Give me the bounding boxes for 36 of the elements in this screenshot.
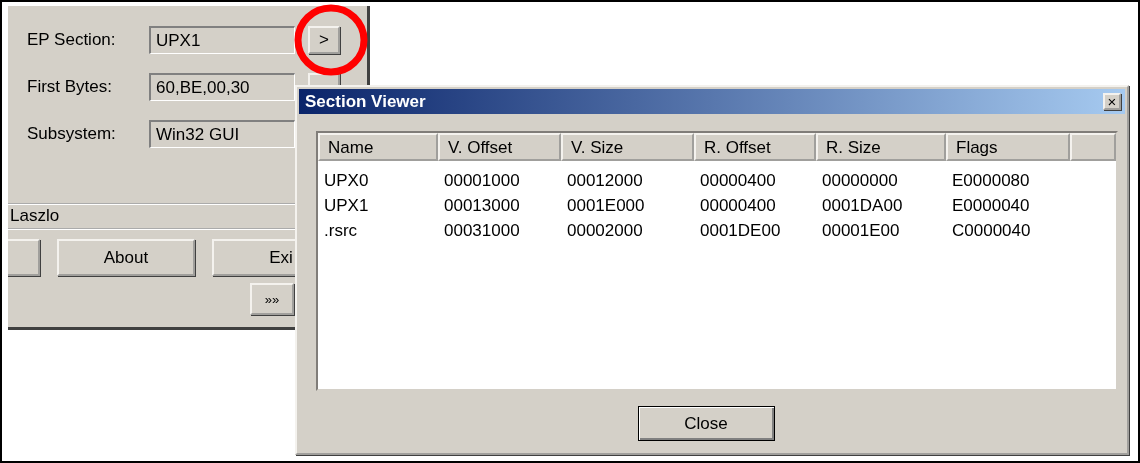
table-cell-text: C0000040 [951, 220, 1032, 241]
text-field[interactable]: UPX1 [149, 26, 295, 54]
field-label: EP Section: [27, 30, 117, 50]
table-cell-text: 0001E000 [566, 195, 646, 216]
close-button[interactable]: × [1103, 93, 1121, 110]
table-cell-text: 00002000 [566, 220, 644, 241]
table-cell-text: 00031000 [443, 220, 521, 241]
status-text: Laszlo [10, 206, 60, 226]
window-title: Section Viewer [305, 91, 426, 112]
table-cell-text: 0001DA00 [821, 195, 904, 216]
table-cell-text: 00000400 [699, 195, 777, 216]
table-cell-text: 00001E00 [821, 220, 901, 241]
column-header[interactable]: R. Size [816, 133, 946, 161]
column-header[interactable]: R. Offset [694, 133, 816, 161]
table-cell-text: UPX1 [323, 195, 370, 216]
table-cell-text: E0000080 [951, 170, 1031, 191]
field-label: Subsystem: [27, 124, 117, 144]
column-header[interactable]: V. Offset [438, 133, 561, 161]
table-cell-text: .rsrc [323, 220, 359, 241]
field-label: First Bytes: [27, 77, 113, 97]
table-cell-text: 00013000 [443, 195, 521, 216]
column-header[interactable]: V. Size [561, 133, 694, 161]
table-cell-text: UPX0 [323, 170, 370, 191]
table-cell-text: 0001DE00 [699, 220, 782, 241]
text-field[interactable]: 60,BE,00,30 [149, 73, 295, 101]
column-header[interactable]: Name [318, 133, 438, 161]
table-cell-text: E0000040 [951, 195, 1031, 216]
table-cell-text: 00000400 [699, 170, 777, 191]
table-cell-text: 00012000 [566, 170, 644, 191]
table-cell-text: 00001000 [443, 170, 521, 191]
column-header[interactable]: Flags [946, 133, 1070, 161]
button[interactable]: About [57, 239, 195, 276]
close-button[interactable]: Close [637, 406, 775, 441]
small-button[interactable]: > [308, 26, 340, 54]
table-cell-text: 00000000 [821, 170, 899, 191]
more-button[interactable]: »» [250, 283, 294, 315]
